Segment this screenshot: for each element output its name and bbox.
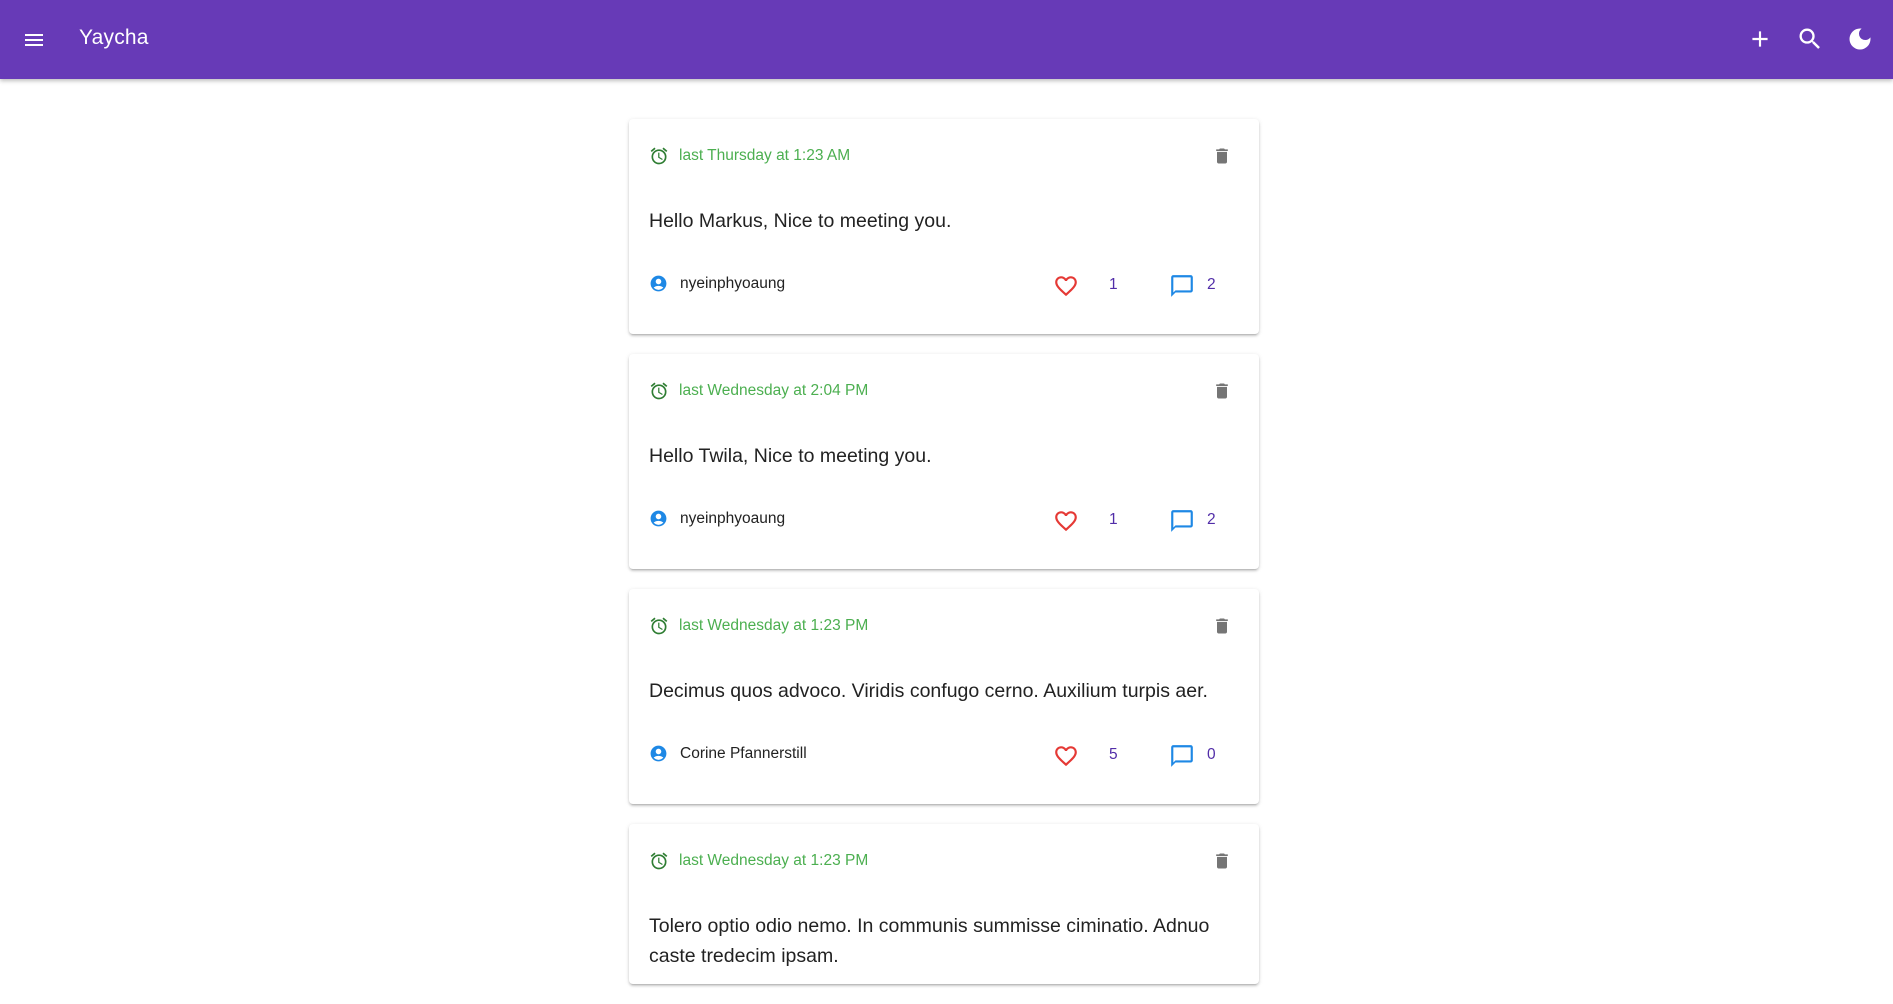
search-icon[interactable]	[1795, 22, 1825, 56]
comment-icon[interactable]	[1168, 507, 1196, 535]
post-time: last Wednesday at 2:04 PM	[649, 381, 868, 401]
like-count[interactable]: 1	[1109, 276, 1118, 294]
post-author-name: Corine Pfannerstill	[680, 744, 807, 762]
post-content: Hello Twila, Nice to meeting you.	[649, 445, 932, 467]
post-footer: nyeinphyoaung 1 2	[649, 507, 1239, 537]
app-bar-actions	[1745, 22, 1875, 56]
plus-icon[interactable]	[1745, 22, 1775, 56]
delete-icon[interactable]	[1211, 614, 1233, 638]
post-time: last Wednesday at 1:23 PM	[649, 851, 868, 871]
account-circle-icon	[650, 275, 667, 292]
delete-icon[interactable]	[1211, 379, 1233, 403]
heart-icon[interactable]	[1052, 742, 1080, 770]
app-bar: Yaycha	[0, 0, 1893, 79]
delete-icon[interactable]	[1211, 849, 1233, 873]
alarm-icon	[650, 852, 668, 870]
heart-icon[interactable]	[1052, 507, 1080, 535]
delete-icon[interactable]	[1211, 144, 1233, 168]
post-content: Decimus quos advoco. Viridis confugo cer…	[649, 680, 1208, 702]
post-time-text: last Wednesday at 2:04 PM	[679, 382, 869, 399]
alarm-icon	[650, 617, 668, 635]
account-circle-icon	[650, 745, 667, 762]
post-card[interactable]: last Wednesday at 2:04 PM Hello Twila, N…	[629, 354, 1259, 569]
post-feed: last Thursday at 1:23 AM Hello Markus, N…	[629, 119, 1259, 1004]
post-author[interactable]: nyeinphyoaung	[649, 509, 785, 528]
post-card[interactable]: last Wednesday at 1:23 PM Decimus quos a…	[629, 589, 1259, 804]
post-author[interactable]: nyeinphyoaung	[649, 274, 785, 293]
menu-icon[interactable]	[19, 25, 49, 55]
comment-count[interactable]: 2	[1207, 276, 1216, 294]
post-time-text: last Thursday at 1:23 AM	[679, 147, 851, 164]
post-card[interactable]: last Wednesday at 1:23 PM Tolero optio o…	[629, 824, 1259, 984]
post-author-name: nyeinphyoaung	[680, 274, 786, 292]
like-count[interactable]: 5	[1109, 746, 1118, 764]
post-time-text: last Wednesday at 1:23 PM	[679, 852, 869, 869]
post-time: last Thursday at 1:23 AM	[649, 146, 850, 166]
heart-icon[interactable]	[1052, 272, 1080, 300]
moon-icon[interactable]	[1845, 22, 1875, 56]
post-author-name: nyeinphyoaung	[680, 509, 786, 527]
app-title: Yaycha	[79, 26, 149, 49]
comment-count[interactable]: 2	[1207, 511, 1216, 529]
alarm-icon	[650, 147, 668, 165]
comment-icon[interactable]	[1168, 742, 1196, 770]
post-time-text: last Wednesday at 1:23 PM	[679, 617, 869, 634]
account-circle-icon	[650, 510, 667, 527]
post-content: Tolero optio odio nemo. In communis summ…	[649, 915, 1210, 967]
alarm-icon	[650, 382, 668, 400]
post-footer: Corine Pfannerstill 5 0	[649, 742, 1239, 772]
comment-icon[interactable]	[1168, 272, 1196, 300]
post-footer: nyeinphyoaung 1 2	[649, 272, 1239, 302]
comment-count[interactable]: 0	[1207, 746, 1216, 764]
post-author[interactable]: Corine Pfannerstill	[649, 744, 807, 763]
post-time: last Wednesday at 1:23 PM	[649, 616, 868, 636]
post-card[interactable]: last Thursday at 1:23 AM Hello Markus, N…	[629, 119, 1259, 334]
post-content: Hello Markus, Nice to meeting you.	[649, 210, 952, 232]
like-count[interactable]: 1	[1109, 511, 1118, 529]
